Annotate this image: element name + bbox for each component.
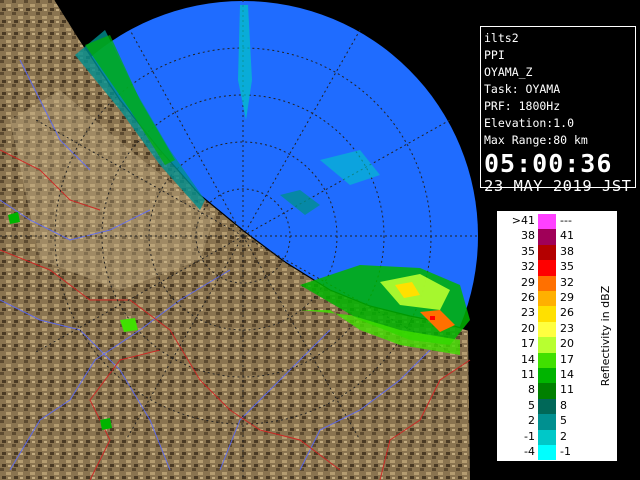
legend-upper-bound: 5 — [560, 414, 567, 428]
legend-upper-bound: --- — [560, 214, 572, 227]
legend-upper-bound: 35 — [560, 260, 574, 274]
legend-lower-bound: 29 — [521, 275, 535, 289]
legend-row: 32 35 — [497, 260, 587, 276]
legend-upper-bound: 29 — [560, 291, 574, 304]
legend-color-swatch — [538, 244, 556, 261]
scan-date: 23 MAY 2019 JST — [484, 177, 632, 195]
legend-row: -1 2 — [497, 429, 587, 445]
legend-color-swatch — [538, 291, 556, 307]
legend-row: 17 20 — [497, 337, 587, 353]
legend-title: Reflectivity in dBZ — [599, 285, 612, 387]
legend-color-swatch — [538, 260, 556, 276]
legend-color-swatch — [538, 368, 556, 384]
radar-info-panel: ilts2 PPI OYAMA_Z Task: OYAMA PRF: 1800H… — [480, 26, 636, 195]
legend-row: -4 -1 — [497, 445, 587, 461]
legend-color-swatch — [538, 306, 556, 322]
site-name: ilts2 — [484, 31, 519, 45]
legend-color-swatch — [538, 414, 556, 430]
legend-lower-bound: 20 — [521, 321, 535, 335]
legend-upper-bound: 23 — [560, 321, 574, 335]
legend-lower-bound: 32 — [521, 260, 535, 274]
legend-lower-bound: 38 — [521, 229, 535, 243]
legend-lower-bound: 23 — [521, 306, 535, 320]
legend-color-swatch — [538, 214, 556, 230]
product-name: OYAMA_Z — [484, 65, 533, 79]
legend-color-swatch — [538, 429, 556, 445]
legend-upper-bound: 26 — [560, 306, 574, 320]
legend-color-swatch — [538, 337, 556, 353]
legend-row: 29 32 — [497, 275, 587, 291]
reflectivity-legend: >41 --- 38 41 35 38 32 35 29 32 26 29 23 26 20 23 17 20 14… — [497, 211, 617, 461]
legend-color-swatch — [538, 445, 556, 461]
legend-upper-bound: 2 — [560, 429, 567, 443]
legend-color-swatch — [538, 229, 556, 245]
legend-color-swatch — [538, 275, 556, 291]
legend-lower-bound: 26 — [521, 291, 535, 304]
legend-lower-bound: 17 — [521, 337, 535, 351]
legend-lower-bound: 5 — [528, 398, 535, 412]
max-range-label: Max Range:80 km — [484, 133, 588, 147]
legend-row: 58 — [497, 398, 587, 415]
legend-row: 35 38 — [497, 244, 587, 261]
legend-color-swatch — [538, 398, 556, 415]
scan-mode: PPI — [484, 48, 505, 62]
legend-color-swatch — [538, 352, 556, 368]
legend-color-swatch — [538, 383, 556, 399]
legend-lower-bound: >41 — [511, 214, 535, 227]
legend-row: 20 23 — [497, 321, 587, 338]
task-label: Task: OYAMA — [484, 82, 561, 96]
legend-upper-bound: 41 — [560, 229, 574, 243]
legend-color-swatch — [538, 321, 556, 338]
legend-lower-bound: -4 — [524, 445, 535, 458]
elevation-label: Elevation:1.0 — [484, 116, 575, 130]
prf-label: PRF: 1800Hz — [484, 99, 561, 113]
legend-row: >41 --- — [497, 214, 587, 230]
legend-row: 25 — [497, 414, 587, 430]
legend-row: 38 41 — [497, 229, 587, 245]
legend-upper-bound: -1 — [560, 445, 571, 458]
legend-upper-bound: 14 — [560, 368, 574, 381]
legend-lower-bound: -1 — [524, 429, 535, 443]
radar-ppi-display — [0, 0, 478, 480]
legend-upper-bound: 38 — [560, 244, 574, 258]
legend-upper-bound: 32 — [560, 275, 574, 289]
legend-lower-bound: 11 — [521, 368, 535, 381]
legend-row: 14 17 — [497, 352, 587, 368]
legend-upper-bound: 17 — [560, 352, 574, 366]
legend-lower-bound: 14 — [521, 352, 535, 366]
legend-row: 8 11 — [497, 383, 587, 399]
legend-row: 11 14 — [497, 368, 587, 384]
legend-lower-bound: 8 — [528, 383, 535, 397]
legend-upper-bound: 8 — [560, 398, 567, 412]
legend-row: 26 29 — [497, 291, 587, 307]
legend-lower-bound: 35 — [521, 244, 535, 258]
scan-time: 05:00:36 — [484, 149, 613, 178]
legend-lower-bound: 2 — [528, 414, 535, 428]
legend-upper-bound: 20 — [560, 337, 574, 351]
legend-upper-bound: 11 — [560, 383, 574, 397]
legend-row: 23 26 — [497, 306, 587, 322]
